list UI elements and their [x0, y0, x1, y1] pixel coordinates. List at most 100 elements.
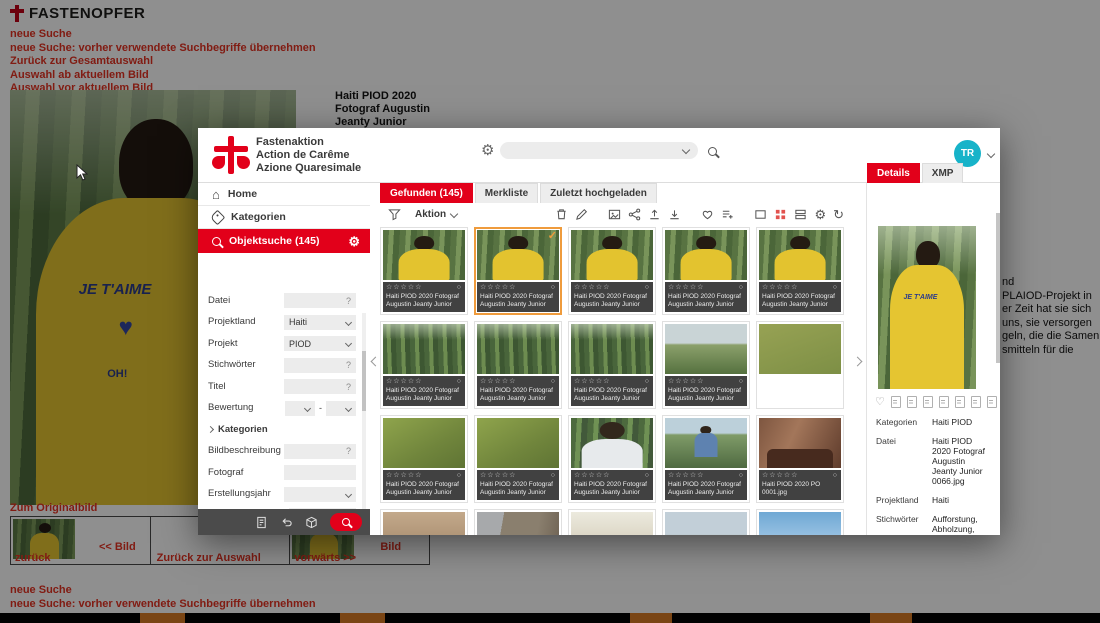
rating-stars[interactable]: ☆☆☆☆☆ — [574, 472, 610, 480]
rating-stars[interactable]: ☆☆☆☆☆ — [762, 284, 798, 292]
file-forward-icon[interactable] — [955, 396, 965, 408]
chevron-down-icon[interactable] — [682, 145, 690, 153]
list-view-icon[interactable] — [794, 208, 807, 221]
select-circle-icon[interactable]: ○ — [551, 472, 556, 480]
download-icon[interactable] — [668, 208, 681, 221]
rating-stars[interactable]: ☆☆☆☆☆ — [386, 472, 422, 480]
grid-tile[interactable] — [474, 509, 562, 535]
refresh-icon[interactable]: ↻ — [833, 208, 844, 221]
grid-tile[interactable]: ☆☆☆☆☆○Haiti PIOD 2020 Fotograf Augustin … — [474, 415, 562, 503]
search-icon[interactable] — [708, 147, 717, 156]
select-circle-icon[interactable]: ○ — [645, 472, 650, 480]
bewertung-select-min[interactable] — [285, 401, 315, 416]
panel-scrollbar[interactable] — [996, 193, 1000, 393]
rating-stars[interactable]: ☆☆☆☆☆ — [668, 472, 704, 480]
view-settings-gear-icon[interactable]: ⚙ — [814, 208, 826, 221]
grid-tile[interactable] — [380, 509, 468, 535]
settings-gear-icon[interactable]: ⚙ — [481, 144, 494, 157]
select-circle-icon[interactable]: ○ — [739, 284, 744, 292]
bewertung-select-max[interactable] — [326, 401, 356, 416]
select-circle-icon[interactable]: ○ — [551, 284, 556, 292]
rating-stars[interactable]: ☆☆☆☆☆ — [762, 472, 798, 480]
select-circle-icon[interactable]: ○ — [739, 472, 744, 480]
select-circle-icon[interactable]: ○ — [645, 284, 650, 292]
export-file-icon[interactable] — [907, 396, 917, 408]
grid-tile-selected[interactable]: ☆☆☆☆☆○Haiti PIOD 2020 Fotograf Augustin … — [474, 227, 562, 315]
grid-tile[interactable]: ☆☆☆☆☆○Haiti PIOD 2020 Fotograf Augustin … — [380, 415, 468, 503]
grid-tile[interactable] — [568, 509, 656, 535]
field-input[interactable]: ? — [284, 293, 356, 308]
grid-view-icon[interactable] — [774, 208, 787, 221]
sidebar-scrollbar[interactable] — [362, 313, 366, 535]
delete-icon[interactable] — [555, 208, 568, 221]
field-select[interactable]: Haiti — [284, 315, 356, 330]
grid-tile[interactable]: ☆☆☆☆☆○Haiti PIOD 2020 Fotograf Augustin … — [568, 321, 656, 409]
rating-stars[interactable]: ☆☆☆☆☆ — [668, 284, 704, 292]
grid-tile[interactable]: ☆☆☆☆☆○Haiti PIOD 2020 Fotograf Augustin … — [662, 415, 750, 503]
select-circle-icon[interactable]: ○ — [739, 378, 744, 386]
file-icon[interactable] — [923, 396, 933, 408]
grid-tile[interactable]: ☆☆☆☆☆○Haiti PIOD 2020 Fotograf Augustin … — [756, 227, 844, 315]
share-icon[interactable] — [628, 208, 641, 221]
filter-icon[interactable] — [388, 208, 401, 221]
grid-tile[interactable] — [756, 509, 844, 535]
grid-tile[interactable]: ☆☆☆☆☆○Haiti PIOD 2020 Fotograf Augustin … — [568, 415, 656, 503]
favorite-heart-icon[interactable] — [701, 208, 714, 221]
upload-icon[interactable] — [648, 208, 661, 221]
archive-icon[interactable] — [971, 396, 981, 408]
rating-stars[interactable]: ☆☆☆☆☆ — [386, 284, 422, 292]
favorite-icon[interactable]: ♡ — [875, 397, 885, 407]
rating-stars[interactable]: ☆☆☆☆☆ — [480, 284, 516, 292]
rating-stars[interactable]: ☆☆☆☆☆ — [574, 284, 610, 292]
select-circle-icon[interactable]: ○ — [457, 472, 462, 480]
select-circle-icon[interactable]: ○ — [457, 284, 462, 292]
field-input[interactable]: ? — [284, 358, 356, 373]
sidebar-item-objektsuche[interactable]: Objektsuche (145) ⚙ — [198, 229, 370, 253]
grid-tile[interactable]: ☆☆☆☆☆○Haiti PIOD 2020 Fotograf Augustin … — [380, 227, 468, 315]
file-lock-icon[interactable] — [987, 396, 997, 408]
field-input[interactable] — [284, 465, 356, 480]
submit-search-button[interactable] — [330, 513, 362, 531]
add-to-list-icon[interactable] — [721, 208, 734, 221]
rating-stars[interactable]: ☆☆☆☆☆ — [574, 378, 610, 386]
grid-tile[interactable]: ☆☆☆☆☆○Haiti PIOD 2020 Fotograf Augustin … — [662, 227, 750, 315]
file-share-icon[interactable] — [939, 396, 949, 408]
grid-tile[interactable]: ☆☆☆☆☆○Haiti PIOD 2020 Fotograf Augustin … — [380, 321, 468, 409]
package-icon[interactable] — [305, 516, 318, 529]
kategorien-group-toggle[interactable]: Kategorien — [208, 424, 268, 435]
field-input[interactable]: ? — [284, 379, 356, 394]
grid-tile[interactable]: ☆☆☆☆☆○Haiti PIOD 2020 PO 0001.jpg — [756, 415, 844, 503]
edit-pencil-icon[interactable] — [575, 208, 588, 221]
tab-zuletzt-hochgeladen[interactable]: Zuletzt hochgeladen — [540, 183, 657, 203]
rating-stars[interactable]: ☆☆☆☆☆ — [480, 472, 516, 480]
global-search-field[interactable] — [500, 142, 698, 159]
panel-tab-details[interactable]: Details — [867, 163, 920, 183]
search-input[interactable] — [500, 145, 683, 156]
panel-tab-xmp[interactable]: XMP — [922, 163, 964, 183]
search-settings-gear-icon[interactable]: ⚙ — [348, 235, 360, 248]
reset-undo-icon[interactable] — [280, 516, 293, 529]
rating-stars[interactable]: ☆☆☆☆☆ — [480, 378, 516, 386]
sidebar-item-home[interactable]: ⌂ Home — [198, 183, 370, 206]
grid-tile[interactable]: ☆☆☆☆☆○Haiti PIOD 2020 Fotograf Augustin … — [568, 227, 656, 315]
grid-tile[interactable]: ☆☆☆☆☆○Haiti PIOD 2020 Fotograf Augustin … — [474, 321, 562, 409]
field-input[interactable]: ? — [284, 444, 356, 459]
field-select[interactable]: PIOD — [284, 336, 356, 351]
select-circle-icon[interactable]: ○ — [645, 378, 650, 386]
page-next-icon[interactable] — [853, 357, 863, 367]
tab-gefunden-145-[interactable]: Gefunden (145) — [380, 183, 473, 203]
single-view-icon[interactable] — [754, 208, 767, 221]
rating-stars[interactable]: ☆☆☆☆☆ — [668, 378, 704, 386]
select-circle-icon[interactable]: ○ — [551, 378, 556, 386]
grid-tile[interactable]: ☆☆☆☆☆○Haiti PIOD 2020 Fotograf Augustin … — [662, 321, 750, 409]
copy-file-icon[interactable] — [891, 396, 901, 408]
export-report-icon[interactable] — [255, 516, 268, 529]
field-select[interactable] — [284, 487, 356, 502]
image-icon[interactable] — [608, 208, 621, 221]
rating-stars[interactable]: ☆☆☆☆☆ — [386, 378, 422, 386]
grid-tile[interactable] — [662, 509, 750, 535]
sidebar-item-kategorien[interactable]: Kategorien — [198, 206, 370, 229]
select-circle-icon[interactable]: ○ — [833, 284, 838, 292]
grid-tile[interactable] — [756, 321, 844, 409]
select-circle-icon[interactable]: ○ — [457, 378, 462, 386]
